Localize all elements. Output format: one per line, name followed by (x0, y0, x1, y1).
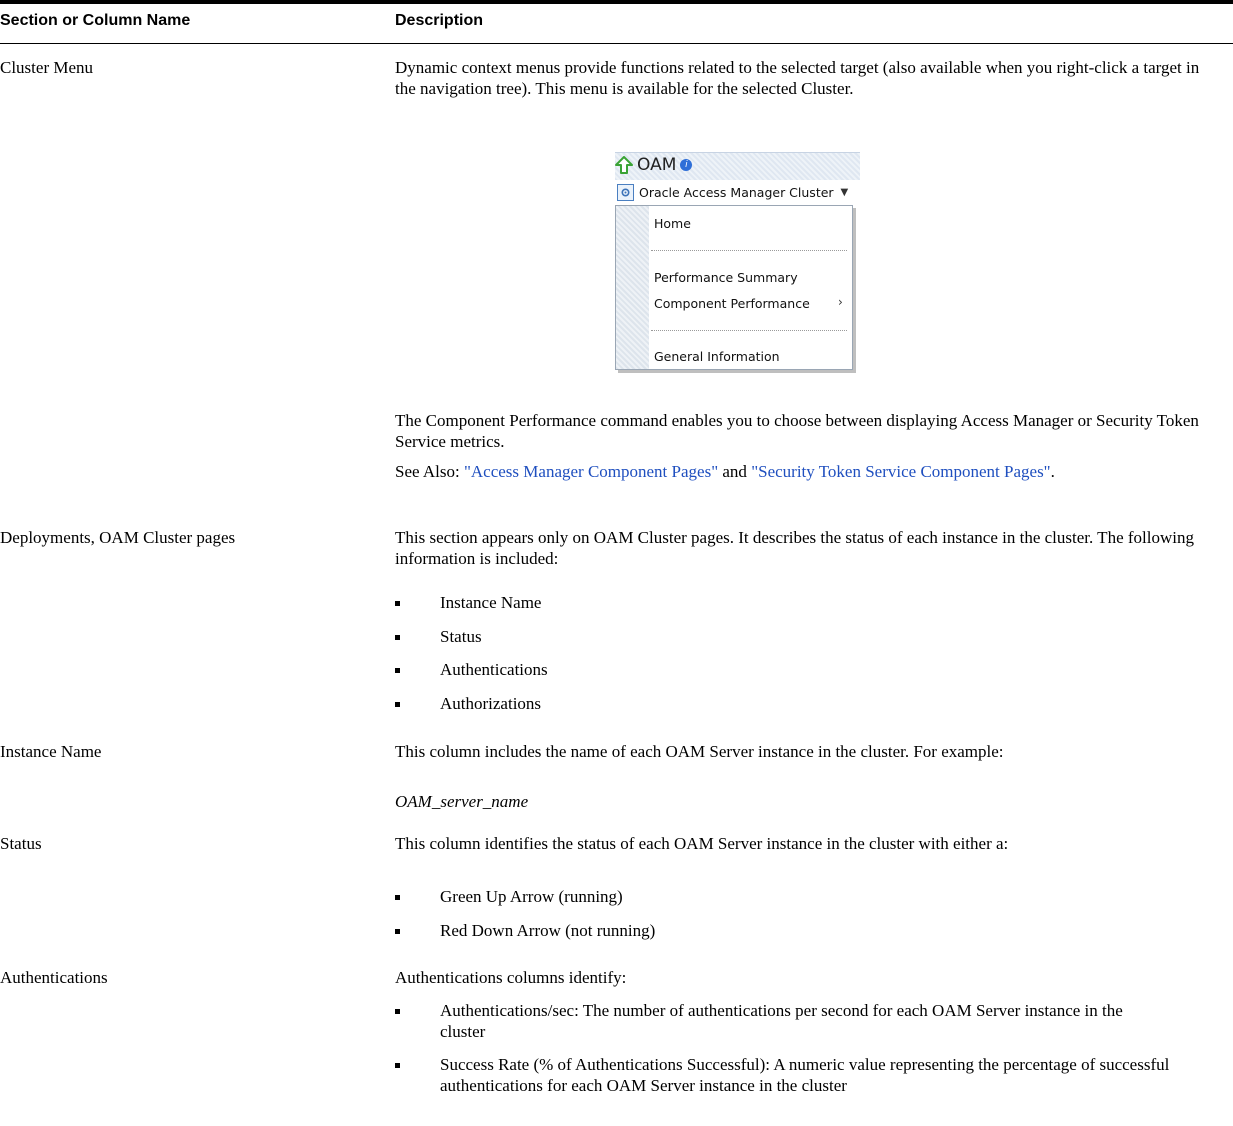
menu-gutter (616, 206, 649, 369)
row-name-instance-name: Instance Name (0, 742, 102, 761)
status-desc-paragraph: This column identifies the status of eac… (395, 834, 1009, 853)
bullet-icon (395, 702, 400, 707)
example-server-name: OAM_server_name (395, 792, 529, 811)
cluster-menu-button-label: Oracle Access Manager Cluster (639, 184, 834, 200)
row-name-deployments: Deployments, OAM Cluster pages (0, 528, 236, 547)
deployments-description: This section appears only on OAM Cluster… (395, 527, 1223, 569)
status-description: This column identifies the status of eac… (395, 833, 1223, 854)
see-also-and: and (718, 462, 752, 481)
target-title: OAM i (615, 152, 693, 178)
gear-icon (617, 183, 634, 201)
chevron-down-icon: ▼ (840, 186, 849, 198)
menu-item-home[interactable]: Home (654, 216, 691, 231)
list-item: Red Down Arrow (not running) (395, 920, 1223, 941)
bullet-icon (395, 929, 400, 934)
bullet-icon (395, 668, 400, 673)
chevron-right-icon: › (838, 295, 843, 309)
see-also-end: . (1050, 462, 1055, 481)
target-title-label: OAM (637, 155, 677, 175)
header-rule (0, 43, 1233, 44)
list-item: Authentications (395, 659, 1223, 680)
instance-name-desc-paragraph: This column includes the name of each OA… (395, 742, 1004, 761)
bullet-icon (395, 1063, 400, 1068)
table-top-rule (0, 0, 1233, 4)
menu-separator (651, 330, 847, 331)
component-performance-note: The Component Performance command enable… (395, 410, 1223, 452)
instance-name-description: This column includes the name of each OA… (395, 741, 1223, 762)
list-item-text: Green Up Arrow (running) (440, 887, 623, 906)
list-item: Authorizations (395, 693, 1223, 714)
link-security-token-service-component-pages[interactable]: "Security Token Service Component Pages" (751, 462, 1050, 481)
bullet-icon (395, 1009, 400, 1014)
cluster-menu-screenshot: OAM i Oracle Access Manager Cluster ▼ Ho… (615, 152, 860, 374)
list-item-text: Authentications/sec: The number of authe… (440, 1001, 1123, 1041)
list-item: Green Up Arrow (running) (395, 886, 1223, 907)
bullet-icon (395, 601, 400, 606)
instance-name-example: OAM_server_name (395, 791, 1223, 812)
component-performance-paragraph: The Component Performance command enable… (395, 411, 1199, 451)
list-item-text: Instance Name (440, 593, 542, 612)
bullet-icon (395, 895, 400, 900)
cluster-context-menu: Home Performance Summary Component Perfo… (615, 205, 853, 370)
authentications-description: Authentications columns identify: (395, 967, 1223, 988)
menu-item-component-performance[interactable]: Component Performance (654, 296, 810, 311)
up-arrow-icon (615, 156, 633, 174)
list-item-text: Status (440, 627, 482, 646)
column-header-description: Description (395, 12, 484, 29)
deployments-desc-paragraph: This section appears only on OAM Cluster… (395, 528, 1194, 568)
see-also-line: See Also: "Access Manager Component Page… (395, 461, 1223, 482)
column-header-section: Section or Column Name (0, 12, 191, 29)
row-name-cluster-menu: Cluster Menu (0, 58, 94, 77)
cluster-menu-description: Dynamic context menus provide functions … (395, 57, 1223, 99)
bullet-icon (395, 635, 400, 640)
menu-separator (651, 250, 847, 251)
authentications-desc-paragraph: Authentications columns identify: (395, 968, 627, 987)
list-item-text: Success Rate (% of Authentications Succe… (440, 1055, 1170, 1095)
row-name-authentications: Authentications (0, 968, 108, 987)
link-access-manager-component-pages[interactable]: "Access Manager Component Pages" (464, 462, 718, 481)
list-item: Authentications/sec: The number of authe… (395, 1000, 1155, 1042)
list-item-text: Authentications (440, 660, 548, 679)
see-also-prefix: See Also: (395, 462, 464, 481)
list-item-text: Authorizations (440, 694, 542, 713)
row-name-status: Status (0, 834, 42, 853)
info-icon[interactable]: i (680, 159, 693, 171)
menu-item-performance-summary[interactable]: Performance Summary (654, 270, 798, 285)
list-item: Instance Name (395, 592, 1223, 613)
list-item: Success Rate (% of Authentications Succe… (395, 1054, 1195, 1096)
list-item-text: Red Down Arrow (not running) (440, 921, 656, 940)
cluster-menu-desc-paragraph: Dynamic context menus provide functions … (395, 58, 1200, 98)
cluster-menu-button[interactable]: Oracle Access Manager Cluster ▼ (617, 181, 848, 203)
menu-item-general-information[interactable]: General Information (654, 349, 780, 364)
list-item: Status (395, 626, 1223, 647)
